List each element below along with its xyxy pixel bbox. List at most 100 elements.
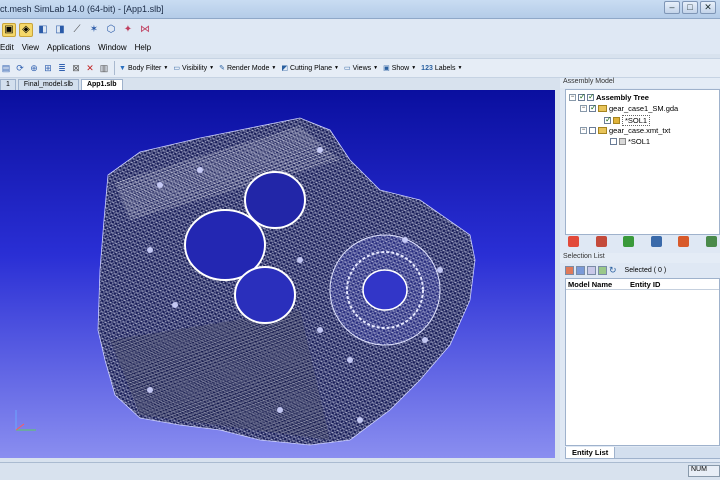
selection-toolbar: ↻ Selected ( 0 ): [565, 264, 720, 277]
show-dropdown[interactable]: ▣ Show ▼: [383, 64, 417, 73]
solid-icon: [619, 138, 626, 145]
tree-item-gear-case1[interactable]: − gear_case1_SM.gda: [580, 103, 679, 113]
labels-dropdown[interactable]: 123 Labels ▼: [421, 65, 462, 72]
tree-item-sol1-b[interactable]: *SOL1: [610, 137, 650, 146]
chevron-down-icon: ▼: [411, 65, 417, 71]
results-icon[interactable]: [705, 235, 717, 247]
render-mode-dropdown[interactable]: ✎ Render Mode ▼: [219, 64, 277, 73]
remove-selection-icon[interactable]: [576, 266, 585, 275]
menu-view[interactable]: View: [22, 43, 39, 52]
title-bar: ct.mesh SimLab 14.0 (64-bit) - [App1.slb…: [0, 0, 720, 19]
link-icon[interactable]: ⋈: [138, 23, 152, 37]
select-node-icon[interactable]: ✶: [87, 23, 101, 37]
select-edge-icon[interactable]: ⟋: [70, 23, 84, 37]
menu-applications[interactable]: Applications: [47, 43, 90, 52]
chevron-down-icon: ▼: [373, 65, 379, 71]
menu-help[interactable]: Help: [135, 43, 151, 52]
graphics-viewport[interactable]: [0, 90, 555, 458]
chevron-down-icon: ▼: [457, 65, 463, 71]
mesh-control-icon[interactable]: [623, 235, 635, 247]
views-dropdown[interactable]: ▭ Views ▼: [343, 64, 379, 73]
item-checkbox[interactable]: [589, 103, 597, 112]
tab-entity-list[interactable]: Entity List: [565, 447, 616, 459]
tree-item-sol1-a[interactable]: *SOL1: [604, 115, 651, 126]
views-label: Views: [352, 64, 372, 72]
highlight-icon[interactable]: [598, 266, 607, 275]
chevron-down-icon: ▼: [334, 65, 339, 71]
root-checkbox[interactable]: [578, 92, 586, 101]
item-checkbox[interactable]: [589, 127, 596, 134]
delete-icon[interactable]: ✕: [84, 62, 96, 74]
rotate-icon[interactable]: ⟳: [14, 62, 26, 74]
render-mode-label: Render Mode: [226, 64, 270, 72]
solid-icon: [613, 117, 620, 124]
refresh-icon[interactable]: ↻: [609, 265, 617, 276]
select-face-icon[interactable]: ◧: [36, 23, 50, 37]
select-body-icon[interactable]: ◈: [19, 22, 33, 37]
collapse-icon[interactable]: −: [569, 94, 576, 101]
mesh-icon[interactable]: ⊠: [70, 62, 82, 74]
chart-icon[interactable]: ▥: [98, 62, 110, 74]
document-tabs: 1 Final_model.slb App1.slb: [0, 78, 560, 90]
chevron-down-icon: ▼: [271, 65, 277, 71]
menu-edit[interactable]: Edit: [0, 43, 14, 52]
maximize-button[interactable]: □: [682, 1, 698, 14]
close-button[interactable]: ✕: [700, 1, 716, 14]
labels-label: Labels: [434, 64, 456, 72]
tree-item-label: gear_case.xmt_txt: [609, 126, 671, 135]
root-visibility-checkbox[interactable]: [587, 92, 595, 101]
chevron-down-icon: ▼: [209, 65, 215, 71]
cutting-plane-label: Cutting Plane: [289, 64, 332, 72]
tab-app1[interactable]: App1.slb: [80, 79, 123, 90]
selection-panel-title: Selection List: [560, 253, 720, 263]
chevron-down-icon: ▼: [163, 65, 169, 71]
item-checkbox[interactable]: [610, 138, 617, 145]
menu-window[interactable]: Window: [98, 43, 126, 52]
tree-item-label: *SOL1: [628, 137, 651, 146]
selected-count: Selected ( 0 ): [624, 267, 667, 274]
properties-icon[interactable]: [650, 235, 662, 247]
loads-icon[interactable]: [678, 235, 690, 247]
column-header-entity-id[interactable]: Entity ID: [628, 280, 660, 289]
select-feature-icon[interactable]: ⬡: [104, 23, 118, 37]
visibility-label: Visibility: [181, 64, 208, 72]
views-icon: ▭: [343, 65, 351, 72]
assembly-panel-title: Assembly Model: [560, 78, 720, 88]
filter-selection-icon[interactable]: [587, 266, 596, 275]
window-title: ct.mesh SimLab 14.0 (64-bit) - [App1.slb…: [0, 4, 164, 14]
toolbar-separator: [114, 61, 115, 75]
zoom-icon[interactable]: ⊕: [28, 62, 40, 74]
model-icon[interactable]: [568, 235, 579, 247]
selection-table[interactable]: Model Name Entity ID: [565, 278, 720, 446]
tree-item-label: *SOL1: [622, 115, 651, 126]
select-element-icon[interactable]: ◨: [53, 23, 67, 37]
tree-item-gear-case[interactable]: − gear_case.xmt_txt: [580, 126, 670, 135]
body-filter-dropdown[interactable]: ▼ Body Filter ▼: [119, 65, 168, 72]
mesh-model: [15, 117, 476, 446]
connect-icon[interactable]: ✦: [121, 23, 135, 37]
cutting-plane-dropdown[interactable]: ◩ Cutting Plane ▼: [281, 64, 339, 73]
tree-root[interactable]: − Assembly Tree: [569, 92, 649, 102]
minimize-button[interactable]: –: [664, 1, 680, 14]
tree-root-label: Assembly Tree: [596, 93, 649, 102]
assembly-tree[interactable]: − Assembly Tree − gear_case1_SM.gda *SOL…: [565, 89, 720, 235]
layers-icon[interactable]: ≣: [56, 62, 68, 74]
select-mode-icon[interactable]: ▣: [2, 22, 16, 37]
material-icon[interactable]: [595, 235, 607, 247]
module-icon-bar: [565, 233, 720, 249]
visibility-dropdown[interactable]: ▭ Visibility ▼: [173, 64, 215, 73]
add-selection-icon[interactable]: [565, 266, 574, 275]
collapse-icon[interactable]: −: [580, 127, 587, 134]
tab-final-model[interactable]: Final_model.slb: [17, 79, 79, 90]
item-checkbox[interactable]: [604, 115, 612, 124]
collapse-icon[interactable]: −: [580, 105, 587, 112]
fit-icon[interactable]: ⊞: [42, 62, 54, 74]
tab-1[interactable]: 1: [0, 79, 16, 90]
model-folder-icon: [598, 127, 607, 134]
menu-bar: Edit View Applications Window Help: [0, 40, 720, 54]
column-header-model-name[interactable]: Model Name: [566, 280, 628, 289]
open-icon[interactable]: ▤: [0, 62, 12, 74]
tree-item-label: gear_case1_SM.gda: [609, 104, 679, 113]
show-icon: ▣: [383, 65, 390, 72]
selection-table-header: Model Name Entity ID: [566, 279, 719, 290]
